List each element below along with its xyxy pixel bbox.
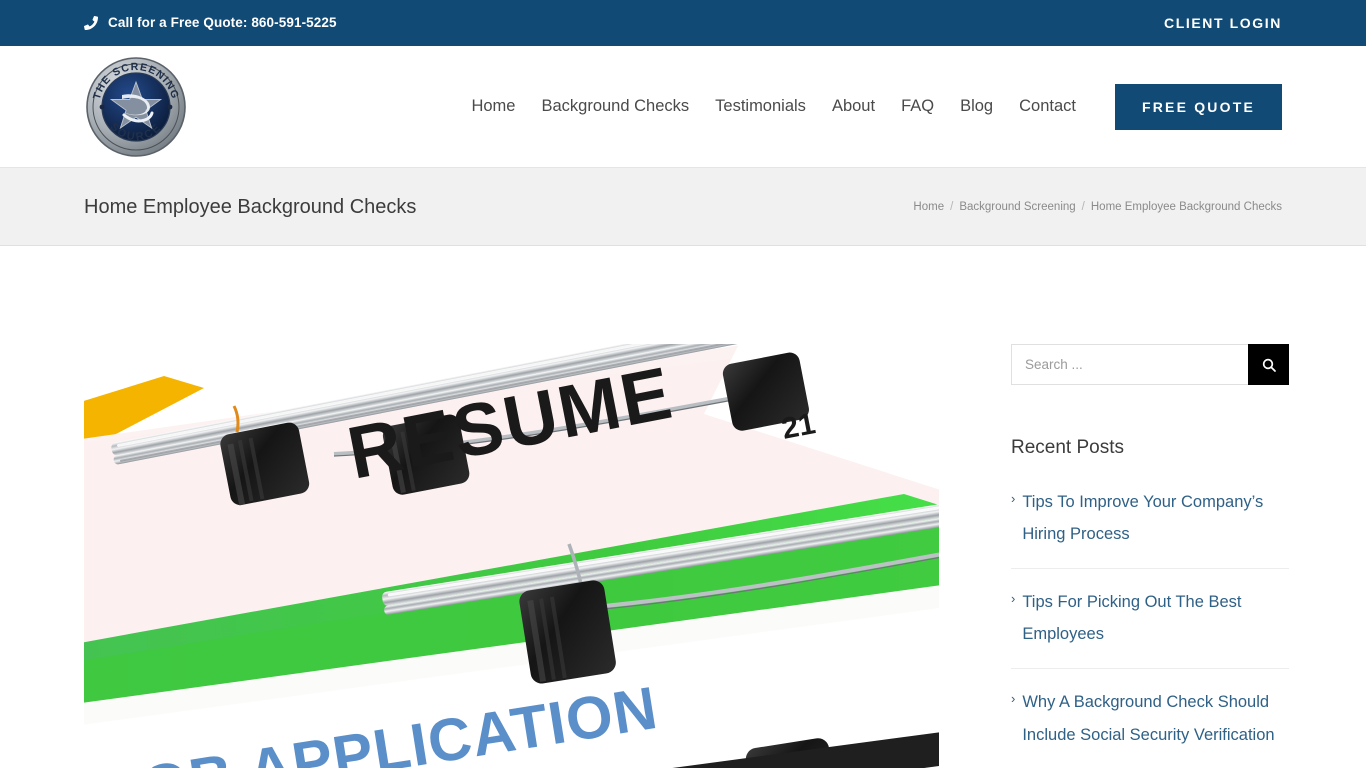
nav-item-about[interactable]: About xyxy=(819,97,888,117)
nav-item-home[interactable]: Home xyxy=(458,97,528,117)
page-content: RESUME 21 JOB APPLICATION Search ... Rec… xyxy=(0,246,1366,768)
svg-text:21: 21 xyxy=(779,407,818,446)
featured-image: RESUME 21 JOB APPLICATION xyxy=(84,344,939,768)
breadcrumb-separator: / xyxy=(950,200,954,213)
free-quote-button[interactable]: FREE QUOTE xyxy=(1114,83,1282,130)
breadcrumb-item-current: Home Employee Background Checks xyxy=(1090,200,1282,213)
nav-item-testimonials[interactable]: Testimonials xyxy=(702,97,819,117)
phone-contact[interactable]: Call for a Free Quote: 860-591-5225 xyxy=(84,15,337,31)
phone-icon xyxy=(84,15,98,31)
phone-text: Call for a Free Quote: 860-591-5225 xyxy=(108,15,337,31)
search-button[interactable] xyxy=(1248,344,1289,385)
recent-post-link[interactable]: Tips For Picking Out The Best Employees xyxy=(1022,586,1289,650)
chevron-right-icon: › xyxy=(1011,591,1016,607)
breadcrumb: Home / Background Screening / Home Emplo… xyxy=(913,201,1282,213)
recent-posts-title: Recent Posts xyxy=(1011,437,1124,458)
breadcrumb-separator: / xyxy=(1081,200,1085,213)
main-column: RESUME 21 JOB APPLICATION xyxy=(84,344,939,768)
client-login-link[interactable]: CLIENT LOGIN xyxy=(1164,16,1282,30)
breadcrumb-item-home[interactable]: Home xyxy=(913,201,944,213)
recent-posts-list: › Tips To Improve Your Company’s Hiring … xyxy=(1011,486,1289,768)
chevron-right-icon: › xyxy=(1011,691,1016,707)
top-utility-bar: Call for a Free Quote: 860-591-5225 CLIE… xyxy=(0,0,1366,46)
breadcrumb-item-background-screening[interactable]: Background Screening xyxy=(959,201,1075,213)
nav-item-faq[interactable]: FAQ xyxy=(888,97,947,117)
recent-post-link[interactable]: Tips To Improve Your Company’s Hiring Pr… xyxy=(1022,486,1289,550)
chevron-right-icon: › xyxy=(1011,490,1016,506)
search-form xyxy=(1011,344,1289,385)
search-input[interactable] xyxy=(1011,344,1248,385)
recent-post-link[interactable]: Why A Background Check Should Include So… xyxy=(1022,686,1289,750)
main-navigation: Home Background Checks Testimonials Abou… xyxy=(458,83,1282,130)
search-icon xyxy=(1261,357,1277,373)
nav-item-contact[interactable]: Contact xyxy=(1006,97,1089,117)
nav-item-background-checks[interactable]: Background Checks xyxy=(528,97,702,117)
list-item[interactable]: › Tips For Picking Out The Best Employee… xyxy=(1011,586,1289,670)
site-logo[interactable]: THE SCREENING SOURCE xyxy=(84,55,188,159)
list-item[interactable]: › Tips To Improve Your Company’s Hiring … xyxy=(1011,486,1289,570)
page-title: Home Employee Background Checks xyxy=(84,195,417,218)
nav-item-blog[interactable]: Blog xyxy=(947,97,1006,117)
sidebar: Recent Posts › Tips To Improve Your Comp… xyxy=(1011,344,1289,768)
list-item[interactable]: › Why A Background Check Should Include … xyxy=(1011,686,1289,768)
page-title-bar: Home Employee Background Checks Home / B… xyxy=(0,168,1366,246)
site-header: THE SCREENING SOURCE Home Background Che… xyxy=(0,46,1366,168)
